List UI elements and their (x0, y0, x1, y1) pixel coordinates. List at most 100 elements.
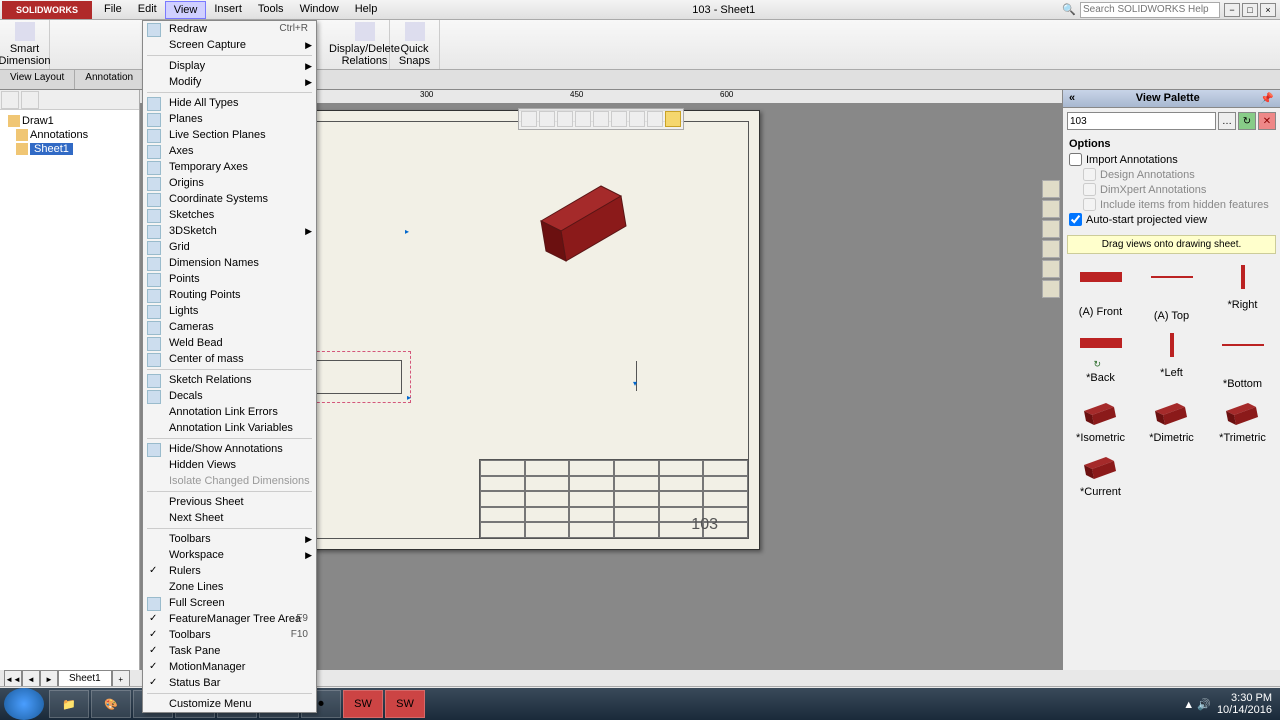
close-button[interactable]: × (1260, 3, 1276, 17)
menu-item-sketches[interactable]: Sketches (143, 207, 316, 223)
hide-show-button[interactable] (629, 111, 645, 127)
view-thumb-atop[interactable]: (A) Top (1138, 262, 1205, 322)
menu-item-coordinate-systems[interactable]: Coordinate Systems (143, 191, 316, 207)
menu-item-3dsketch[interactable]: 3DSketch▶ (143, 223, 316, 239)
task-sw1[interactable]: SW (343, 690, 383, 718)
menu-item-workspace[interactable]: Workspace▶ (143, 547, 316, 563)
smart-dimension-button[interactable]: Smart Dimension (0, 20, 50, 69)
menu-item-grid[interactable]: Grid (143, 239, 316, 255)
menu-item-zone-lines[interactable]: Zone Lines (143, 579, 316, 595)
isometric-view[interactable] (531, 181, 641, 271)
checkbox-input[interactable] (1069, 213, 1082, 226)
menu-item-status-bar[interactable]: ✓Status Bar (143, 675, 316, 691)
view-thumb-bottom[interactable]: *Bottom (1209, 330, 1276, 390)
menu-item-live-section-planes[interactable]: Live Section Planes (143, 127, 316, 143)
task-explorer[interactable]: 📁 (49, 690, 89, 718)
task-paint[interactable]: 🎨 (91, 690, 131, 718)
pin-icon[interactable]: 📌 (1260, 92, 1274, 105)
menu-item-center-of-mass[interactable]: Center of mass (143, 351, 316, 367)
menu-item-weld-bead[interactable]: Weld Bead (143, 335, 316, 351)
menu-item-task-pane[interactable]: ✓Task Pane (143, 643, 316, 659)
tree-root[interactable]: Draw1 (4, 114, 135, 128)
tree-sheet1[interactable]: Sheet1 (4, 142, 135, 156)
menu-tools[interactable]: Tools (250, 1, 292, 19)
menu-item-hide-show-annotations[interactable]: Hide/Show Annotations (143, 441, 316, 457)
menu-item-axes[interactable]: Axes (143, 143, 316, 159)
menu-item-next-sheet[interactable]: Next Sheet (143, 510, 316, 526)
menu-item-points[interactable]: Points (143, 271, 316, 287)
menu-item-toolbars[interactable]: Toolbars▶ (143, 531, 316, 547)
cancel-button[interactable]: ✕ (1258, 112, 1276, 130)
menu-view[interactable]: View (165, 1, 207, 19)
menu-item-origins[interactable]: Origins (143, 175, 316, 191)
refresh-button[interactable]: ↻ (1238, 112, 1256, 130)
display-relations-button[interactable]: Display/Delete Relations (340, 20, 390, 69)
menu-edit[interactable]: Edit (130, 1, 165, 19)
tree-annotations[interactable]: Annotations (4, 128, 135, 142)
view-thumb-afront[interactable]: (A) Front (1067, 262, 1134, 322)
prev-view-button[interactable] (557, 111, 573, 127)
menu-insert[interactable]: Insert (206, 1, 250, 19)
view-thumb-current[interactable]: *Current (1067, 452, 1134, 498)
menu-item-toolbars[interactable]: ✓ToolbarsF10 (143, 627, 316, 643)
import-annotations-checkbox[interactable]: Import Annotations (1069, 152, 1274, 167)
display-style-button[interactable] (611, 111, 627, 127)
menu-item-featuremanager-tree-area[interactable]: ✓FeatureManager Tree AreaF9 (143, 611, 316, 627)
menu-file[interactable]: File (96, 1, 130, 19)
task-tab-5[interactable] (1042, 260, 1060, 278)
tab-view-layout[interactable]: View Layout (0, 70, 75, 89)
checkbox-input[interactable] (1069, 153, 1082, 166)
menu-item-lights[interactable]: Lights (143, 303, 316, 319)
section-view-button[interactable] (575, 111, 591, 127)
zoom-area-button[interactable] (539, 111, 555, 127)
part-select[interactable] (1067, 112, 1216, 130)
minimize-button[interactable]: − (1224, 3, 1240, 17)
task-tab-1[interactable] (1042, 180, 1060, 198)
menu-item-motionmanager[interactable]: ✓MotionManager (143, 659, 316, 675)
menu-item-hidden-views[interactable]: Hidden Views (143, 457, 316, 473)
zoom-fit-button[interactable] (521, 111, 537, 127)
edit-appearance-button[interactable] (647, 111, 663, 127)
menu-item-redraw[interactable]: RedrawCtrl+R (143, 21, 316, 37)
menu-item-customize-menu[interactable]: Customize Menu (143, 696, 316, 712)
menu-item-routing-points[interactable]: Routing Points (143, 287, 316, 303)
view-thumb-isometric[interactable]: *Isometric (1067, 398, 1134, 444)
task-sw2[interactable]: SW (385, 690, 425, 718)
menu-help[interactable]: Help (347, 1, 386, 19)
apply-scene-button[interactable] (665, 111, 681, 127)
browse-button[interactable]: … (1218, 112, 1236, 130)
tray-icons[interactable]: ▲ 🔊 (1183, 698, 1211, 711)
menu-item-previous-sheet[interactable]: Previous Sheet (143, 494, 316, 510)
tree-tab-1[interactable] (1, 91, 19, 109)
menu-item-modify[interactable]: Modify▶ (143, 74, 316, 90)
menu-item-display[interactable]: Display▶ (143, 58, 316, 74)
menu-item-cameras[interactable]: Cameras (143, 319, 316, 335)
tab-annotation[interactable]: Annotation (75, 70, 144, 89)
view-thumb-back[interactable]: ↻*Back (1067, 330, 1134, 390)
menu-item-screen-capture[interactable]: Screen Capture▶ (143, 37, 316, 53)
view-thumb-trimetric[interactable]: *Trimetric (1209, 398, 1276, 444)
task-tab-3[interactable] (1042, 220, 1060, 238)
task-tab-2[interactable] (1042, 200, 1060, 218)
view-thumb-dimetric[interactable]: *Dimetric (1138, 398, 1205, 444)
menu-item-rulers[interactable]: ✓Rulers (143, 563, 316, 579)
menu-item-decals[interactable]: Decals (143, 388, 316, 404)
quick-snaps-button[interactable]: Quick Snaps (390, 20, 440, 69)
task-tab-4[interactable] (1042, 240, 1060, 258)
menu-window[interactable]: Window (292, 1, 347, 19)
menu-item-dimension-names[interactable]: Dimension Names (143, 255, 316, 271)
maximize-button[interactable]: □ (1242, 3, 1258, 17)
view-thumb-right[interactable]: *Right (1209, 262, 1276, 322)
menu-item-annotation-link-variables[interactable]: Annotation Link Variables (143, 420, 316, 436)
menu-item-temporary-axes[interactable]: Temporary Axes (143, 159, 316, 175)
view-orient-button[interactable] (593, 111, 609, 127)
help-search-input[interactable] (1080, 2, 1220, 18)
menu-item-hide-all-types[interactable]: Hide All Types (143, 95, 316, 111)
menu-item-full-screen[interactable]: Full Screen (143, 595, 316, 611)
tree-tab-2[interactable] (21, 91, 39, 109)
start-button[interactable] (4, 688, 44, 720)
menu-item-planes[interactable]: Planes (143, 111, 316, 127)
view-thumb-left[interactable]: *Left (1138, 330, 1205, 390)
task-tab-6[interactable] (1042, 280, 1060, 298)
menu-item-sketch-relations[interactable]: Sketch Relations (143, 372, 316, 388)
